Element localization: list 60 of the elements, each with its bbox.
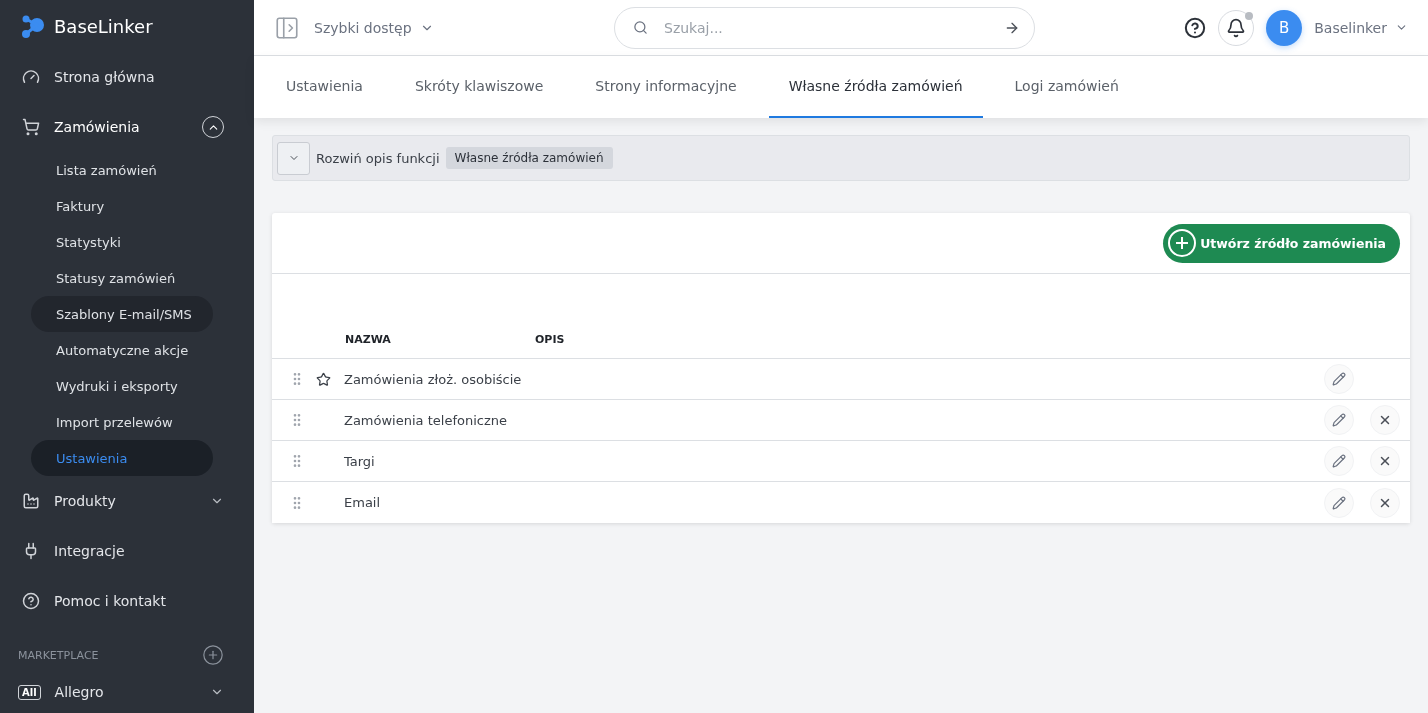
tab[interactable]: Ustawienia — [266, 56, 383, 118]
delete-button[interactable] — [1370, 405, 1400, 435]
star-icon[interactable] — [315, 371, 331, 387]
plus-icon — [1175, 236, 1190, 250]
submenu-item[interactable]: Ustawienia — [31, 440, 213, 476]
nav-item[interactable]: Strona główna — [0, 52, 254, 102]
submenu-item[interactable]: Statystyki — [31, 224, 213, 260]
pencil-icon — [1332, 372, 1346, 386]
notifications-button[interactable] — [1218, 9, 1255, 46]
section-title: MARKETPLACE — [18, 648, 99, 662]
submenu-item[interactable]: Import przelewów — [31, 404, 213, 440]
edit-button[interactable] — [1324, 446, 1354, 476]
tab[interactable]: Logi zamówień — [994, 56, 1139, 118]
logo-text: BaseLinker — [54, 15, 153, 37]
edit-button[interactable] — [1324, 487, 1354, 518]
submenu-item[interactable]: Lista zamówień — [31, 152, 213, 188]
feature-tag: Własne źródła zamówień — [445, 147, 613, 169]
quick-access-menu[interactable]: Szybki dostęp — [314, 19, 614, 36]
submenu-item[interactable]: Szablony E-mail/SMS — [31, 296, 213, 332]
help-icon — [22, 592, 40, 610]
user-menu[interactable]: Baselinker — [1314, 19, 1408, 36]
column-header: OPIS — [535, 333, 566, 346]
submenu-item[interactable]: Statusy zamówień — [31, 260, 213, 296]
nav-item[interactable]: Integracje — [0, 526, 254, 576]
panel-toggle-icon[interactable] — [274, 14, 300, 41]
edit-button[interactable] — [1324, 405, 1354, 435]
submenu-item[interactable]: Automatyczne akcje — [31, 332, 213, 368]
create-button[interactable]: Utwórz źródło zamówienia — [1163, 223, 1400, 263]
table-cell-text: Zamówienia telefoniczne — [344, 412, 508, 428]
pencil-icon — [1332, 454, 1346, 468]
nav-item[interactable]: Zamówienia — [0, 102, 254, 152]
delete-button[interactable] — [1370, 487, 1400, 518]
tab[interactable]: Własne źródła zamówień — [768, 56, 983, 118]
submenu-item[interactable]: Faktury — [31, 188, 213, 224]
table-cell-text: Zamówienia złoż. osobiście — [344, 371, 523, 387]
column-header: NAZWA — [345, 333, 392, 346]
marketplace-badge: All — [18, 684, 41, 700]
bell-icon — [1226, 17, 1247, 38]
nav-item[interactable]: Produkty — [0, 476, 254, 526]
tab[interactable]: Strony informacyjne — [575, 56, 757, 118]
cart-icon — [22, 118, 40, 136]
close-icon — [1378, 454, 1392, 468]
search-icon — [633, 20, 648, 35]
help-icon[interactable] — [1184, 16, 1207, 39]
description-label: Rozwiń opis funkcji — [316, 150, 440, 166]
pencil-icon — [1332, 413, 1346, 427]
close-icon — [1378, 413, 1392, 427]
gauge-icon — [22, 68, 40, 86]
logo-icon — [20, 13, 46, 39]
factory-icon — [22, 492, 40, 510]
nav-item[interactable]: Pomoc i kontakt — [0, 576, 254, 626]
nav-item[interactable]: All Allegro — [0, 672, 254, 712]
submenu-item[interactable]: Wydruki i eksporty — [31, 368, 213, 404]
delete-button[interactable] — [1370, 446, 1400, 476]
pencil-icon — [1332, 495, 1346, 510]
table-cell-text: Email — [344, 495, 382, 510]
tab[interactable]: Skróty klawiszowe — [394, 56, 564, 118]
table-cell-text: Targi — [344, 453, 376, 469]
edit-button[interactable] — [1324, 364, 1354, 394]
add-icon[interactable] — [202, 644, 224, 666]
